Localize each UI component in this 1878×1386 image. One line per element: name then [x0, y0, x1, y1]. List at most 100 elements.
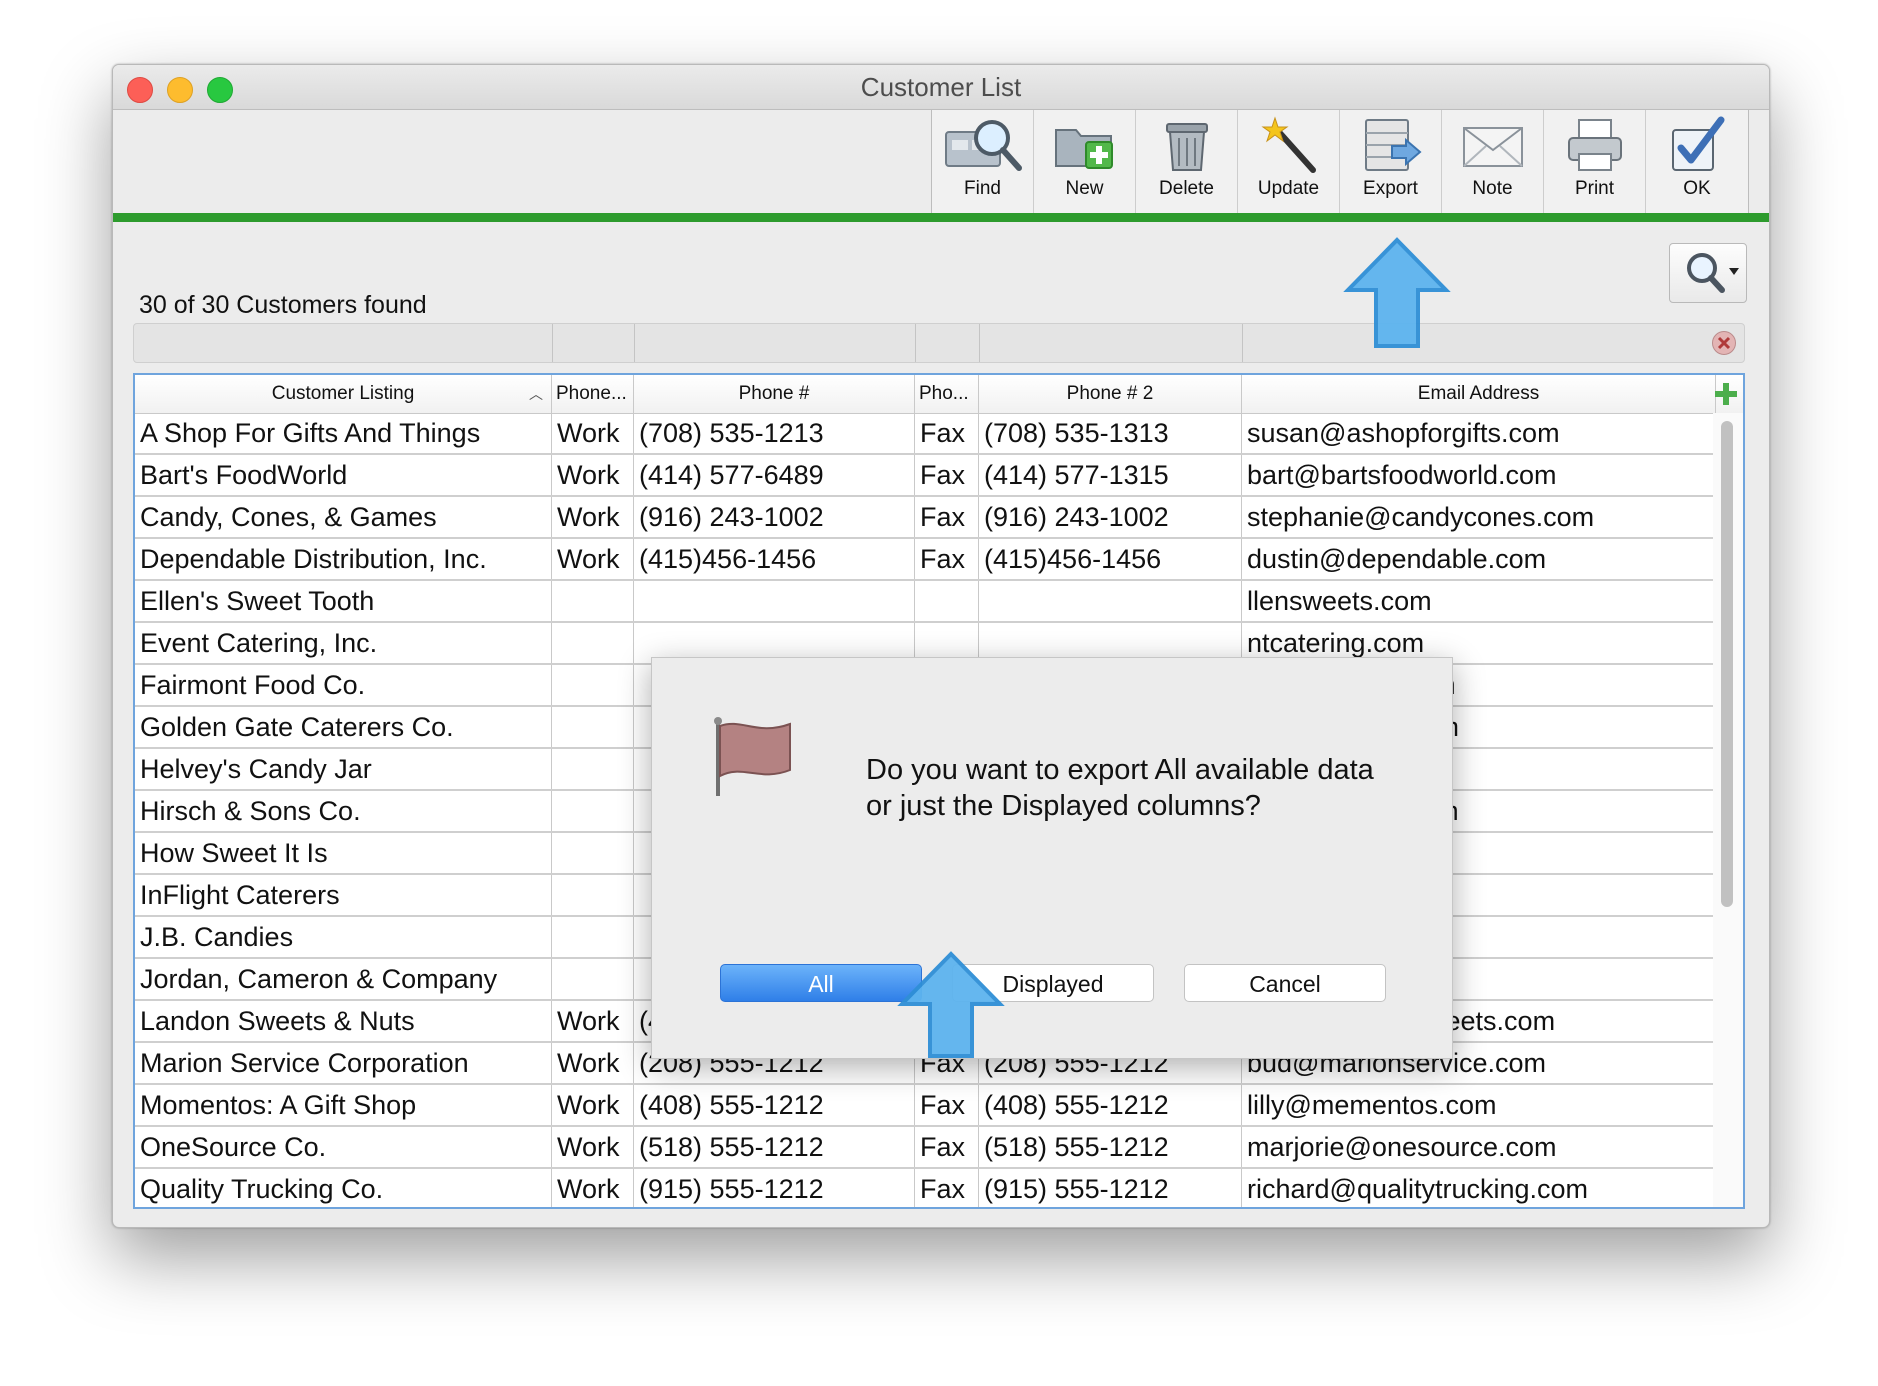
all-button[interactable]: All [720, 964, 922, 1002]
cell-customer: Marion Service Corporation [135, 1043, 552, 1083]
magic-wand-icon [1260, 116, 1316, 173]
find-button[interactable]: Find [932, 110, 1034, 214]
table-row[interactable]: Bart's FoodWorld Work (414) 577-6489 Fax (41… [135, 455, 1716, 497]
cell-customer: Jordan, Cameron & Company [135, 959, 552, 999]
cell-phone-2: (415)456-1456 [979, 539, 1242, 579]
envelope-icon [1462, 127, 1523, 167]
dialog-message: Do you want to export All available data… [866, 754, 1374, 822]
export-button[interactable]: Export [1340, 110, 1442, 214]
table-row[interactable]: A Shop For Gifts And Things Work (708) 535… [135, 413, 1716, 455]
cell-phone-type: Work [552, 1085, 634, 1125]
filter-phone-number-2[interactable] [979, 324, 1243, 362]
table-row[interactable]: Candy, Cones, & Games Work (916) 243-1002 F… [135, 497, 1716, 539]
printer-icon [1567, 119, 1622, 171]
cell-customer: Landon Sweets & Nuts [135, 1001, 552, 1041]
ok-button[interactable]: OK [1646, 110, 1748, 214]
add-column-icon[interactable] [1713, 381, 1739, 407]
cell-phone: (415)456-1456 [634, 539, 915, 579]
cell-phone-type [552, 875, 634, 915]
cell-phone-type [552, 791, 634, 831]
cell-phone-type-2 [915, 581, 979, 621]
cell-phone-type [552, 581, 634, 621]
cell-phone-type [552, 623, 634, 663]
column-header-customer-listing[interactable]: Customer Listing ︿ [135, 375, 552, 413]
cell-phone: (708) 535-1213 [634, 413, 915, 453]
cell-phone-type-2: Fax [915, 455, 979, 495]
cell-phone: (408) 555-1212 [634, 1085, 915, 1125]
cell-customer: Candy, Cones, & Games [135, 497, 552, 537]
cell-phone-type: Work [552, 1169, 634, 1207]
table-row[interactable]: Quality Trucking Co. Work (915) 555-1212 Fa… [135, 1169, 1716, 1207]
cell-email: richard@qualitytrucking.com [1242, 1169, 1716, 1207]
cell-customer: How Sweet It Is [135, 833, 552, 873]
filter-phone-type[interactable] [552, 324, 635, 362]
table-row[interactable]: Ellen's Sweet Tooth llensweets.com [135, 581, 1716, 623]
window-title: Customer List [860, 72, 1022, 102]
export-dialog: Do you want to export All available data… [651, 657, 1453, 1059]
update-button[interactable]: Update [1238, 110, 1340, 214]
customer-list-window: Customer List Find New Delete Update Exp… [112, 64, 1770, 1228]
cell-phone-type [552, 707, 634, 747]
column-header-phone-number-2[interactable]: Phone # 2 [979, 375, 1242, 413]
cell-email: susan@ashopforgifts.com [1242, 413, 1716, 453]
ok-label: OK [1683, 178, 1711, 199]
cancel-button[interactable]: Cancel [1184, 964, 1386, 1002]
cell-phone-type [552, 917, 634, 957]
filter-phone-number[interactable] [634, 324, 916, 362]
cell-phone-type: Work [552, 413, 634, 453]
cell-phone-type-2: Fax [915, 1169, 979, 1207]
scrollbar-thumb[interactable] [1721, 421, 1733, 907]
cell-customer: Ellen's Sweet Tooth [135, 581, 552, 621]
column-header-phone-type[interactable]: Phone... [552, 375, 634, 413]
filter-phone-type-2[interactable] [915, 324, 980, 362]
cell-customer: Event Catering, Inc. [135, 623, 552, 663]
cell-phone-type [552, 749, 634, 789]
export-icon [1364, 119, 1422, 171]
cell-email: marjorie@onesource.com [1242, 1127, 1716, 1167]
column-filter-bar [133, 323, 1745, 363]
delete-label: Delete [1159, 178, 1214, 199]
print-button[interactable]: Print [1544, 110, 1646, 214]
filter-customer-listing[interactable] [134, 324, 553, 362]
cell-email: llensweets.com [1242, 581, 1716, 621]
cell-customer: Dependable Distribution, Inc. [135, 539, 552, 579]
cell-phone: (414) 577-6489 [634, 455, 915, 495]
cell-customer: J.B. Candies [135, 917, 552, 957]
cell-phone: (915) 555-1212 [634, 1169, 915, 1207]
table-row[interactable]: Momentos: A Gift Shop Work (408) 555-1212 F… [135, 1085, 1716, 1127]
cell-phone-type [552, 833, 634, 873]
column-header-phone-number[interactable]: Phone # [634, 375, 915, 413]
new-button[interactable]: New [1034, 110, 1136, 214]
cell-customer: OneSource Co. [135, 1127, 552, 1167]
cell-customer: Momentos: A Gift Shop [135, 1085, 552, 1125]
cell-email: stephanie@candycones.com [1242, 497, 1716, 537]
new-label: New [1065, 178, 1104, 199]
column-header-email-address[interactable]: Email Address [1242, 375, 1716, 413]
cell-phone-2: (408) 555-1212 [979, 1085, 1242, 1125]
title-bar: Customer List [113, 65, 1769, 110]
table-row[interactable]: Dependable Distribution, Inc. Work (415)45… [135, 539, 1716, 581]
table-row[interactable]: OneSource Co. Work (518) 555-1212 Fax (518) … [135, 1127, 1716, 1169]
cell-phone-2: (518) 555-1212 [979, 1127, 1242, 1167]
cell-customer: Bart's FoodWorld [135, 455, 552, 495]
new-folder-icon [1054, 129, 1113, 169]
clear-filter-icon[interactable] [1712, 331, 1736, 355]
cell-customer: Golden Gate Caterers Co. [135, 707, 552, 747]
cell-phone-type: Work [552, 455, 634, 495]
note-button[interactable]: Note [1442, 110, 1544, 214]
cell-customer: A Shop For Gifts And Things [135, 413, 552, 453]
search-menu-button[interactable] [1669, 243, 1747, 303]
toolbar: Find New Delete Update Export Note Print… [931, 110, 1749, 214]
delete-button[interactable]: Delete [1136, 110, 1238, 214]
cell-phone-type [552, 959, 634, 999]
cell-email: bart@bartsfoodworld.com [1242, 455, 1716, 495]
column-header-label: Customer Listing [271, 383, 415, 404]
column-header-phone-type-2[interactable]: Pho... [915, 375, 979, 413]
find-label: Find [964, 178, 1001, 199]
cell-phone [634, 581, 915, 621]
cell-phone-type-2: Fax [915, 539, 979, 579]
records-found-count: 30 of 30 Customers found [139, 291, 427, 319]
displayed-button[interactable]: Displayed [952, 964, 1154, 1002]
cell-phone: (518) 555-1212 [634, 1127, 915, 1167]
cell-phone-type-2: Fax [915, 497, 979, 537]
